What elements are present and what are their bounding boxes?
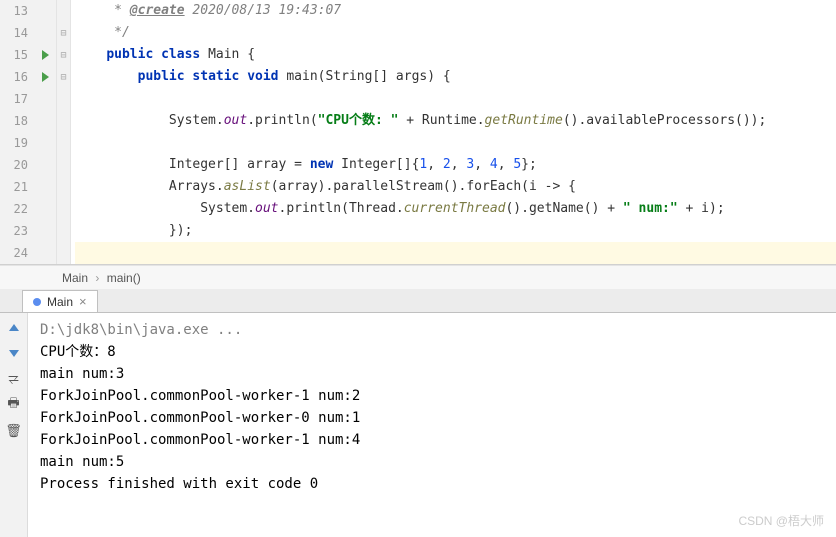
fold-marker	[57, 220, 70, 242]
code-line[interactable]	[75, 242, 836, 264]
run-tab-bar: Main ×	[0, 289, 836, 313]
fold-column[interactable]: ⊟⊟⊟	[57, 0, 71, 264]
fold-marker	[57, 110, 70, 132]
console-line: ForkJoinPool.commonPool-worker-0 num:1	[40, 407, 824, 429]
console-line: ForkJoinPool.commonPool-worker-1 num:4	[40, 429, 824, 451]
code-line[interactable]	[75, 88, 836, 110]
scroll-up-button[interactable]	[4, 317, 24, 337]
run-config-icon	[33, 298, 41, 306]
line-number: 24	[0, 242, 28, 264]
run-gutter-icon	[42, 50, 49, 60]
fold-marker[interactable]: ⊟	[57, 22, 70, 44]
code-editor[interactable]: 131415161718192021222324 ⊟⊟⊟ * @create 2…	[0, 0, 836, 265]
console-line: main num:5	[40, 451, 824, 473]
fold-marker[interactable]: ⊟	[57, 66, 70, 88]
code-line[interactable]: public static void main(String[] args) {	[75, 66, 836, 88]
line-number: 16	[0, 66, 28, 88]
console-line: CPU个数：8	[40, 341, 824, 363]
fold-marker	[57, 176, 70, 198]
line-number: 17	[0, 88, 28, 110]
code-line[interactable]: });	[75, 220, 836, 242]
code-line[interactable]	[75, 132, 836, 154]
soft-wrap-button[interactable]: ⥩	[4, 369, 24, 389]
line-number: 13	[0, 0, 28, 22]
run-tab-label: Main	[47, 295, 73, 309]
line-number: 22	[0, 198, 28, 220]
code-line[interactable]: System.out.println(Thread.currentThread(…	[75, 198, 836, 220]
code-line[interactable]: System.out.println("CPU个数: " + Runtime.g…	[75, 110, 836, 132]
code-line[interactable]: Arrays.asList(array).parallelStream().fo…	[75, 176, 836, 198]
line-number: 23	[0, 220, 28, 242]
breadcrumb-item[interactable]: main()	[107, 271, 141, 285]
fold-marker	[57, 88, 70, 110]
clear-button[interactable]: 🗑	[4, 421, 24, 441]
code-area[interactable]: * @create 2020/08/13 19:43:07 */ public …	[71, 0, 836, 264]
fold-marker	[57, 132, 70, 154]
run-gutter-icon	[42, 72, 49, 82]
line-number: 20	[0, 154, 28, 176]
code-line[interactable]: Integer[] array = new Integer[]{1, 2, 3,…	[75, 154, 836, 176]
line-number: 14	[0, 22, 28, 44]
breadcrumb-sep: ›	[95, 271, 99, 285]
line-number: 19	[0, 132, 28, 154]
breadcrumb[interactable]: Main › main()	[0, 265, 836, 289]
fold-marker	[57, 198, 70, 220]
fold-marker[interactable]: ⊟	[57, 44, 70, 66]
line-number: 21	[0, 176, 28, 198]
scroll-down-button[interactable]	[4, 343, 24, 363]
run-tool-strip: ⥩ 🖶 🗑	[0, 313, 28, 537]
print-button[interactable]: 🖶	[4, 395, 24, 415]
code-line[interactable]: * @create 2020/08/13 19:43:07	[75, 0, 836, 22]
line-number: 18	[0, 110, 28, 132]
code-line[interactable]: */	[75, 22, 836, 44]
console-output[interactable]: D:\jdk8\bin\java.exe ...CPU个数：8main num:…	[28, 313, 836, 537]
fold-marker	[57, 154, 70, 176]
console-line: main num:3	[40, 363, 824, 385]
line-number: 15	[0, 44, 28, 66]
run-tab-main[interactable]: Main ×	[22, 290, 98, 312]
breadcrumb-item[interactable]: Main	[62, 271, 88, 285]
fold-marker	[57, 0, 70, 22]
watermark: CSDN @梧大师	[738, 512, 824, 529]
fold-marker	[57, 242, 70, 264]
gutter: 131415161718192021222324	[0, 0, 57, 264]
console-exit-line: Process finished with exit code 0	[40, 473, 824, 495]
code-line[interactable]: public class Main {	[75, 44, 836, 66]
close-icon[interactable]: ×	[79, 294, 87, 309]
console-command: D:\jdk8\bin\java.exe ...	[40, 319, 824, 341]
console-line: ForkJoinPool.commonPool-worker-1 num:2	[40, 385, 824, 407]
